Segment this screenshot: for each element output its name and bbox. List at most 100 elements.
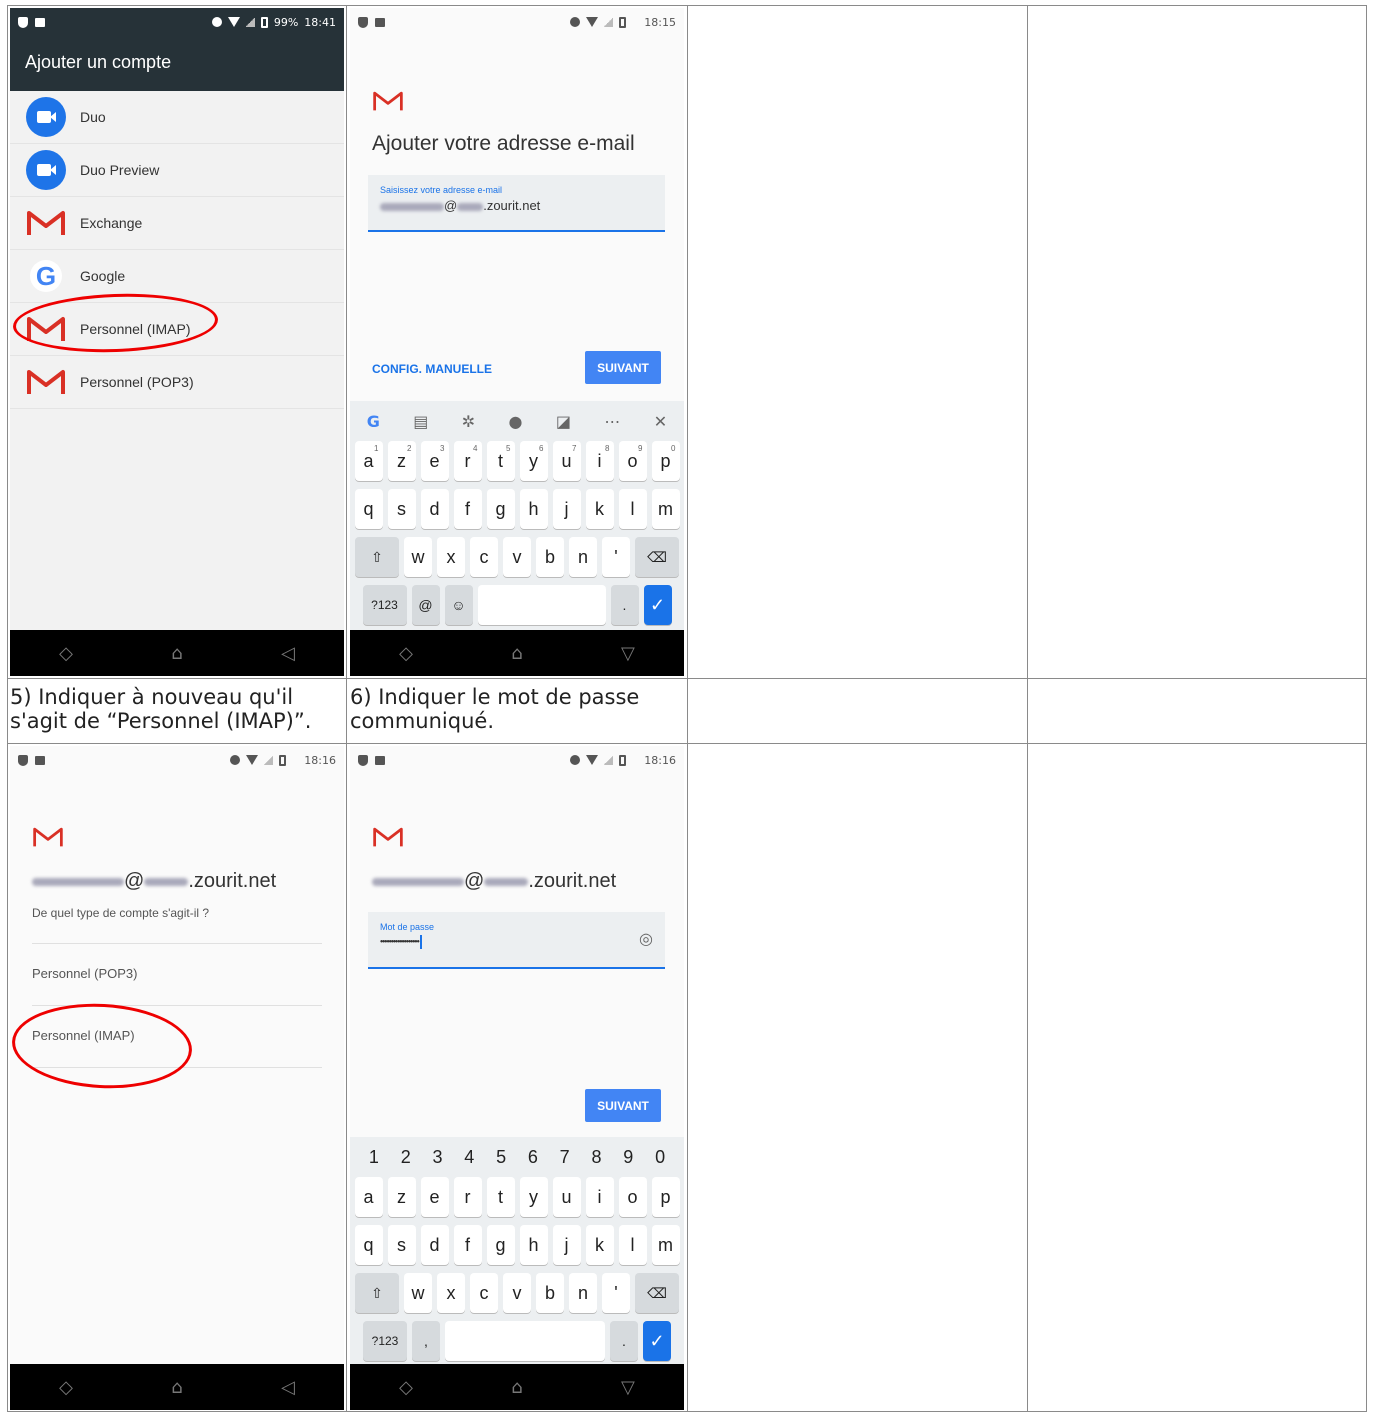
key-f[interactable]: f <box>453 489 482 529</box>
clipboard-icon[interactable]: ▤ <box>413 412 428 431</box>
key-e[interactable]: e3 <box>420 441 449 481</box>
resize-icon[interactable]: ◪ <box>556 412 571 431</box>
key-h[interactable]: h <box>519 1225 548 1265</box>
key-k[interactable]: k <box>585 1225 614 1265</box>
number-key-5[interactable]: 5 <box>496 1147 506 1168</box>
number-key-8[interactable]: 8 <box>591 1147 601 1168</box>
key-n[interactable]: n <box>569 537 597 577</box>
key-j[interactable]: j <box>552 489 581 529</box>
account-item-exchange[interactable]: Exchange <box>10 197 344 250</box>
key-o[interactable]: o <box>618 1177 647 1217</box>
key-a[interactable]: a1 <box>354 441 383 481</box>
key-s[interactable]: s <box>387 489 416 529</box>
password-field[interactable]: Mot de passe •••••••••••••••••• ◎ <box>368 912 665 969</box>
shift-key[interactable]: ⇧ <box>355 537 399 577</box>
key-v[interactable]: v <box>503 1273 531 1313</box>
number-key-4[interactable]: 4 <box>464 1147 474 1168</box>
back-icon[interactable]: ◁ <box>281 643 295 664</box>
home-icon[interactable]: ⌂ <box>511 1377 522 1398</box>
home-icon[interactable]: ⌂ <box>171 1377 182 1398</box>
backspace-key[interactable]: ⌫ <box>635 537 679 577</box>
mic-off-icon[interactable]: ✕ <box>654 412 667 431</box>
key-b[interactable]: b <box>536 1273 564 1313</box>
collapse-keyboard-icon[interactable]: ▽ <box>621 1377 635 1398</box>
home-icon[interactable]: ⌂ <box>171 643 182 664</box>
number-key-9[interactable]: 9 <box>623 1147 633 1168</box>
key-g[interactable]: g <box>486 1225 515 1265</box>
key-apostrophe[interactable]: ' <box>602 537 630 577</box>
key-o[interactable]: o9 <box>618 441 647 481</box>
key-m[interactable]: m <box>651 1225 680 1265</box>
key-x[interactable]: x <box>437 1273 465 1313</box>
key-w[interactable]: w <box>404 1273 432 1313</box>
key-m[interactable]: m <box>651 489 680 529</box>
key-z[interactable]: z <box>387 1177 416 1217</box>
key-n[interactable]: n <box>569 1273 597 1313</box>
next-button[interactable]: SUIVANT <box>585 351 661 384</box>
dot-key[interactable]: . <box>610 585 639 625</box>
enter-key[interactable]: ✓ <box>643 585 672 625</box>
key-e[interactable]: e <box>420 1177 449 1217</box>
key-h[interactable]: h <box>519 489 548 529</box>
emoji-key[interactable]: ☺ <box>444 585 473 625</box>
key-i[interactable]: i8 <box>585 441 614 481</box>
email-field[interactable]: Saisissez votre adresse e-mail @ .zourit.… <box>368 175 665 232</box>
key-z[interactable]: z2 <box>387 441 416 481</box>
key-a[interactable]: a <box>354 1177 383 1217</box>
key-y[interactable]: y6 <box>519 441 548 481</box>
key-l[interactable]: l <box>618 489 647 529</box>
account-item-personnel-pop3[interactable]: Personnel (POP3) <box>10 356 344 409</box>
key-r[interactable]: r <box>453 1177 482 1217</box>
recents-icon[interactable]: ◇ <box>59 1377 73 1398</box>
option-personnel-pop3[interactable]: Personnel (POP3) <box>32 966 138 981</box>
key-p[interactable]: p <box>651 1177 680 1217</box>
key-b[interactable]: b <box>536 537 564 577</box>
collapse-keyboard-icon[interactable]: ▽ <box>621 643 635 664</box>
key-c[interactable]: c <box>470 537 498 577</box>
key-k[interactable]: k <box>585 489 614 529</box>
key-w[interactable]: w <box>404 537 432 577</box>
more-icon[interactable]: ⋯ <box>604 412 620 431</box>
at-key[interactable]: @ <box>411 585 440 625</box>
dot-key[interactable]: . <box>610 1321 638 1361</box>
number-key-3[interactable]: 3 <box>432 1147 442 1168</box>
comma-key[interactable]: , <box>412 1321 440 1361</box>
number-key-6[interactable]: 6 <box>528 1147 538 1168</box>
recents-icon[interactable]: ◇ <box>399 643 413 664</box>
key-s[interactable]: s <box>387 1225 416 1265</box>
number-key-1[interactable]: 1 <box>369 1147 379 1168</box>
key-y[interactable]: y <box>519 1177 548 1217</box>
account-item-duo-preview[interactable]: Duo Preview <box>10 144 344 197</box>
key-g[interactable]: g <box>486 489 515 529</box>
key-t[interactable]: t5 <box>486 441 515 481</box>
google-icon[interactable]: G <box>367 412 380 431</box>
key-l[interactable]: l <box>618 1225 647 1265</box>
back-icon[interactable]: ◁ <box>281 1377 295 1398</box>
symbols-key[interactable]: ?123 <box>363 1321 407 1361</box>
manual-config-button[interactable]: CONFIG. MANUELLE <box>372 362 492 376</box>
visibility-off-icon[interactable]: ◎ <box>639 929 653 949</box>
recents-icon[interactable]: ◇ <box>59 643 73 664</box>
recents-icon[interactable]: ◇ <box>399 1377 413 1398</box>
key-v[interactable]: v <box>503 537 531 577</box>
account-item-duo[interactable]: Duo <box>10 91 344 144</box>
key-f[interactable]: f <box>453 1225 482 1265</box>
space-key[interactable] <box>445 1321 605 1361</box>
key-t[interactable]: t <box>486 1177 515 1217</box>
key-d[interactable]: d <box>420 489 449 529</box>
key-d[interactable]: d <box>420 1225 449 1265</box>
number-key-7[interactable]: 7 <box>560 1147 570 1168</box>
shift-key[interactable]: ⇧ <box>355 1273 399 1313</box>
symbols-key[interactable]: ?123 <box>362 585 407 625</box>
next-button[interactable]: SUIVANT <box>585 1089 661 1122</box>
key-i[interactable]: i <box>585 1177 614 1217</box>
home-icon[interactable]: ⌂ <box>511 643 522 664</box>
key-q[interactable]: q <box>354 1225 383 1265</box>
key-apostrophe[interactable]: ' <box>602 1273 630 1313</box>
key-u[interactable]: u7 <box>552 441 581 481</box>
palette-icon[interactable]: ● <box>509 412 523 431</box>
key-r[interactable]: r4 <box>453 441 482 481</box>
key-x[interactable]: x <box>437 537 465 577</box>
space-key[interactable] <box>477 585 606 625</box>
backspace-key[interactable]: ⌫ <box>635 1273 679 1313</box>
